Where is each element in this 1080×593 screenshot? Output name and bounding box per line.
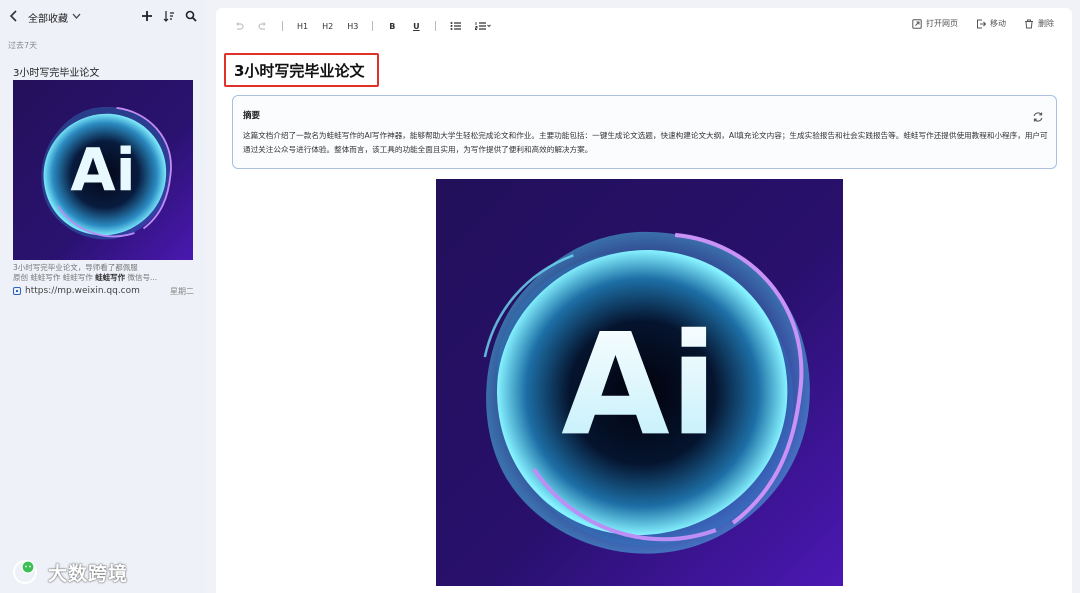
undo-icon[interactable] bbox=[234, 19, 244, 33]
back-arrow-icon[interactable] bbox=[8, 9, 22, 25]
chevron-down-icon bbox=[72, 12, 81, 22]
card-meta-prefix: 原创 蛙蛙写作 蛙蛙写作 bbox=[13, 273, 96, 282]
toolbar-divider bbox=[372, 21, 374, 31]
bold-button[interactable]: B bbox=[387, 19, 397, 33]
folder-selector[interactable]: 全部收藏 bbox=[28, 10, 81, 25]
document-title[interactable]: 3小时写完毕业论文 bbox=[234, 60, 364, 81]
move-button[interactable]: 移动 bbox=[976, 18, 1006, 29]
card-title: 3小时写完毕业论文 bbox=[13, 68, 100, 79]
redo-icon[interactable] bbox=[258, 19, 268, 33]
card-source: https://mp.weixin.qq.com bbox=[13, 286, 140, 296]
watermark-text: 大数跨境 bbox=[48, 562, 129, 585]
card-meta-suffix: 微信号... bbox=[125, 273, 158, 282]
link-icon bbox=[13, 287, 21, 295]
move-icon bbox=[977, 19, 986, 28]
card-url: https://mp.weixin.qq.com bbox=[25, 286, 140, 296]
toolbar-divider bbox=[435, 21, 437, 31]
summary-box: 摘要 这篇文档介绍了一款名为蛙蛙写作的AI写作神器，能够帮助大学生轻松完成论文和… bbox=[232, 95, 1057, 169]
search-icon[interactable] bbox=[184, 8, 198, 24]
sidebar-header: 全部收藏 bbox=[8, 8, 198, 26]
underline-button[interactable]: U bbox=[411, 19, 421, 33]
sidebar: 全部收藏 过去7天 3小时写完毕业论文 Ai 3小时写完毕业论文，导师看了都佩服… bbox=[0, 0, 206, 593]
summary-label: 摘要 bbox=[243, 111, 261, 121]
article-image: Ai bbox=[436, 179, 843, 586]
external-link-icon bbox=[912, 18, 922, 29]
open-page-label: 打开网页 bbox=[926, 19, 958, 28]
bookmark-card[interactable]: 3小时写完毕业论文 Ai 3小时写完毕业论文，导师看了都佩服 原创 蛙蛙写作 蛙… bbox=[8, 62, 198, 302]
card-thumbnail: Ai bbox=[13, 80, 193, 260]
folder-label: 全部收藏 bbox=[28, 13, 68, 25]
delete-button[interactable]: 删除 bbox=[1024, 18, 1054, 29]
numbered-list-icon[interactable] bbox=[475, 19, 492, 33]
sidebar-tools bbox=[140, 8, 198, 24]
watermark: 大数跨境 bbox=[12, 558, 128, 586]
heading1-button[interactable]: H1 bbox=[297, 19, 308, 33]
format-toolbar: H1 H2 H3 B U bbox=[234, 18, 492, 34]
card-date: 星期二 bbox=[170, 287, 194, 296]
toolbar-divider bbox=[282, 21, 283, 31]
bullet-list-icon[interactable] bbox=[450, 19, 462, 33]
refresh-icon[interactable] bbox=[1032, 108, 1044, 122]
wechat-logo-icon bbox=[12, 558, 42, 586]
sort-icon[interactable] bbox=[162, 8, 176, 24]
move-label: 移动 bbox=[990, 19, 1006, 28]
card-meta: 原创 蛙蛙写作 蛙蛙写作 蛙蛙写作 微信号... bbox=[13, 272, 157, 283]
delete-label: 删除 bbox=[1038, 19, 1054, 28]
hero-ai-text: Ai bbox=[561, 304, 718, 467]
section-label: 过去7天 bbox=[8, 41, 38, 50]
trash-icon bbox=[1025, 19, 1033, 28]
add-icon[interactable] bbox=[140, 8, 154, 24]
heading2-button[interactable]: H2 bbox=[322, 19, 333, 33]
document-actions: 打开网页 移动 删除 bbox=[912, 18, 1054, 29]
heading3-button[interactable]: H3 bbox=[347, 19, 358, 33]
summary-text: 这篇文档介绍了一款名为蛙蛙写作的AI写作神器，能够帮助大学生轻松完成论文和作业。… bbox=[243, 131, 1048, 154]
title-highlight: 3小时写完毕业论文 bbox=[224, 53, 379, 87]
editor-panel: H1 H2 H3 B U 打开网页 移动 删除 3小时写完毕业论文 摘要 这篇文… bbox=[216, 8, 1072, 593]
open-page-button[interactable]: 打开网页 bbox=[912, 18, 958, 29]
card-meta-author: 蛙蛙写作 bbox=[95, 273, 126, 282]
thumbnail-ai-text: Ai bbox=[70, 136, 135, 204]
